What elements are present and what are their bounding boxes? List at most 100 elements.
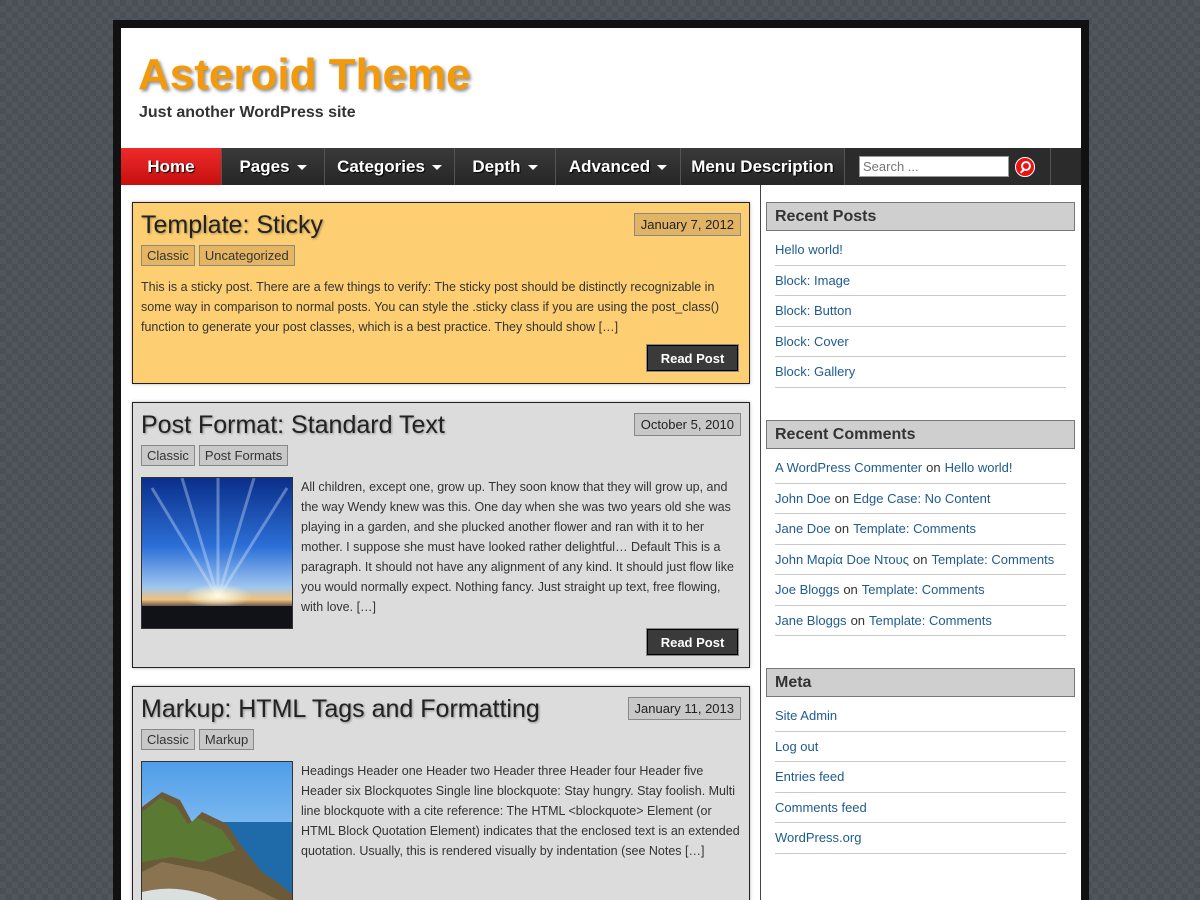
- recent-post-link[interactable]: Block: Cover: [775, 334, 849, 349]
- comment-post-link[interactable]: Hello world!: [945, 460, 1013, 475]
- on-label: on: [834, 490, 850, 506]
- nav-item-label: Menu Description: [691, 156, 834, 176]
- comment-post-link[interactable]: Template: Comments: [853, 521, 976, 536]
- tag-classic[interactable]: Classic: [141, 245, 195, 266]
- nav-item-menu-description[interactable]: Menu Description: [681, 148, 845, 185]
- comment-post-link[interactable]: Template: Comments: [931, 552, 1054, 567]
- list-item: Block: Cover: [775, 327, 1066, 357]
- comment-post-link[interactable]: Edge Case: No Content: [853, 491, 990, 506]
- widget-title: Recent Comments: [766, 420, 1075, 449]
- post-tags: Classic Uncategorized: [141, 245, 295, 266]
- list-item: A WordPress Commenter on Hello world!: [775, 453, 1066, 484]
- comment-author-link[interactable]: A WordPress Commenter: [775, 460, 922, 475]
- widget-title: Recent Posts: [766, 202, 1075, 231]
- post-thumbnail-coast[interactable]: [141, 761, 293, 900]
- recent-post-link[interactable]: Block: Gallery: [775, 364, 855, 379]
- list-item: Log out: [775, 732, 1066, 762]
- widget-recent-comments: Recent Comments A WordPress Commenter on H…: [766, 420, 1076, 636]
- list-item: Site Admin: [775, 701, 1066, 732]
- list-item: Block: Image: [775, 266, 1066, 296]
- sidebar-divider: [760, 185, 761, 900]
- list-item: John Μαρία Doe Ντους on Template: Comments: [775, 545, 1066, 575]
- on-label: on: [850, 612, 866, 628]
- read-post-button[interactable]: Read Post: [647, 345, 738, 371]
- site-title[interactable]: Asteroid Theme: [138, 50, 471, 100]
- widget-title: Meta: [766, 668, 1075, 697]
- list-item: Block: Gallery: [775, 357, 1066, 388]
- comment-post-link[interactable]: Template: Comments: [869, 613, 992, 628]
- meta-list: Site Admin Log out Entries feed Comments…: [775, 701, 1066, 854]
- post-thumbnail-sunset[interactable]: [141, 477, 293, 629]
- chevron-down-icon: [431, 165, 442, 170]
- list-item: Comments feed: [775, 793, 1066, 823]
- comment-author-link[interactable]: John Doe: [775, 491, 831, 506]
- recent-comments-list: A WordPress Commenter on Hello world! John…: [775, 453, 1066, 636]
- tag-uncategorized[interactable]: Uncategorized: [198, 245, 295, 266]
- recent-posts-list: Hello world! Block: Image Block: Button …: [775, 235, 1066, 388]
- widget-recent-posts: Recent Posts Hello world! Block: Image B…: [766, 202, 1076, 388]
- search-form: [845, 148, 1051, 185]
- post-title[interactable]: Post Format: Standard Text: [141, 411, 445, 440]
- recent-post-link[interactable]: Block: Image: [775, 273, 850, 288]
- comment-author-link[interactable]: Jane Bloggs: [775, 613, 847, 628]
- nav-item-label: Pages: [239, 156, 290, 176]
- nav-item-advanced[interactable]: Advanced: [556, 148, 681, 185]
- main-content: Template: Sticky January 7, 2012 Classic…: [121, 185, 761, 900]
- chevron-down-icon: [296, 165, 307, 170]
- tag-post-formats[interactable]: Post Formats: [198, 445, 289, 466]
- list-item: Jane Bloggs on Template: Comments: [775, 606, 1066, 636]
- on-label: on: [926, 460, 941, 476]
- meta-link[interactable]: Log out: [775, 739, 818, 754]
- recent-post-link[interactable]: Hello world!: [775, 242, 843, 257]
- nav-item-home[interactable]: Home: [121, 148, 222, 185]
- comment-author-link[interactable]: Joe Bloggs: [775, 582, 839, 597]
- post-standard-text: Post Format: Standard Text October 5, 20…: [132, 402, 750, 668]
- meta-link[interactable]: WordPress.org: [775, 830, 861, 845]
- nav-item-categories[interactable]: Categories: [325, 148, 455, 185]
- meta-link[interactable]: Site Admin: [775, 708, 837, 723]
- chevron-down-icon: [527, 165, 538, 170]
- list-item: John Doe on Edge Case: No Content: [775, 484, 1066, 514]
- widget-meta: Meta Site Admin Log out Entries feed Com…: [766, 668, 1076, 854]
- post-tags: Classic Post Formats: [141, 445, 289, 466]
- recent-post-link[interactable]: Block: Button: [775, 303, 852, 318]
- post-excerpt: This is a sticky post. There are a few t…: [141, 280, 720, 334]
- comment-post-link[interactable]: Template: Comments: [862, 582, 985, 597]
- main-nav: Home Pages Categories Depth Advanced Men…: [121, 148, 1081, 185]
- meta-link[interactable]: Comments feed: [775, 800, 867, 815]
- site-header: Asteroid Theme Just another WordPress si…: [121, 28, 1081, 148]
- nav-item-depth[interactable]: Depth: [455, 148, 556, 185]
- list-item: Block: Button: [775, 296, 1066, 327]
- page: Asteroid Theme Just another WordPress si…: [121, 28, 1081, 900]
- list-item: Joe Bloggs on Template: Comments: [775, 575, 1066, 606]
- post-title[interactable]: Markup: HTML Tags and Formatting: [141, 695, 540, 724]
- post-tags: Classic Markup: [141, 729, 255, 750]
- post-excerpt: Headings Header one Header two Header th…: [301, 764, 740, 858]
- post-title[interactable]: Template: Sticky: [141, 211, 323, 240]
- tag-classic[interactable]: Classic: [141, 445, 195, 466]
- tag-markup[interactable]: Markup: [198, 729, 255, 750]
- list-item: WordPress.org: [775, 823, 1066, 854]
- post-date: January 11, 2013: [627, 697, 741, 720]
- on-label: on: [912, 551, 928, 567]
- post-sticky: Template: Sticky January 7, 2012 Classic…: [132, 202, 750, 384]
- read-post-button[interactable]: Read Post: [647, 629, 738, 655]
- comment-author-link[interactable]: Jane Doe: [775, 521, 831, 536]
- meta-link[interactable]: Entries feed: [775, 769, 844, 784]
- nav-item-pages[interactable]: Pages: [222, 148, 325, 185]
- nav-item-label: Depth: [472, 156, 521, 176]
- search-icon[interactable]: [1015, 156, 1035, 177]
- comment-author-link[interactable]: John Μαρία Doe Ντους: [775, 552, 909, 567]
- search-input[interactable]: [859, 156, 1009, 177]
- list-item: Jane Doe on Template: Comments: [775, 514, 1066, 545]
- on-label: on: [843, 582, 858, 598]
- post-markup: Markup: HTML Tags and Formatting January…: [132, 686, 750, 900]
- tag-classic[interactable]: Classic: [141, 729, 195, 750]
- site-description: Just another WordPress site: [139, 104, 356, 121]
- nav-item-label: Categories: [337, 156, 425, 176]
- list-item: Hello world!: [775, 235, 1066, 266]
- post-date: January 7, 2012: [633, 213, 741, 236]
- post-excerpt: All children, except one, grow up. They …: [301, 480, 734, 614]
- chevron-down-icon: [657, 165, 668, 170]
- on-label: on: [834, 521, 850, 537]
